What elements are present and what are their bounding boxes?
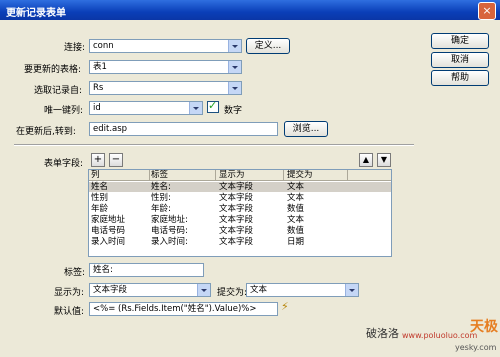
key-label: 唯一键列:	[44, 106, 84, 116]
default-input[interactable]: <%= (Rs.Fields.Item("姓名").Value)%>	[89, 302, 278, 316]
label-value: 姓名:	[93, 265, 113, 275]
table-cell: 文本	[287, 215, 305, 225]
table-header: 列 标签 显示为 提交为	[89, 170, 391, 181]
chevron-down-icon	[197, 284, 210, 296]
display-select[interactable]: 文本字段	[89, 283, 211, 297]
browse-button[interactable]: 浏览...	[284, 121, 328, 137]
column-header[interactable]: 提交为	[287, 170, 348, 180]
table-value: 表1	[93, 62, 107, 72]
table-cell: 文本字段	[219, 204, 254, 214]
numeric-checkbox[interactable]	[207, 99, 219, 113]
table-cell: 家庭地址	[91, 215, 126, 225]
table-cell: 年龄:	[151, 204, 171, 214]
brand-url: yesky.com	[455, 343, 497, 352]
table-cell: 姓名	[91, 182, 109, 192]
table-label: 要更新的表格:	[24, 65, 82, 75]
table-row[interactable]: 电话号码 电话号码: 文本字段 数值	[89, 226, 391, 236]
window-title: 更新记录表单	[6, 8, 66, 19]
column-header[interactable]: 标签	[151, 170, 216, 180]
chevron-down-icon	[189, 102, 202, 114]
table-cell: 日期	[287, 237, 305, 247]
recordset-select[interactable]: Rs	[89, 81, 242, 95]
table-cell: 文本字段	[219, 237, 254, 247]
connection-label: 连接:	[64, 43, 86, 53]
move-down-icon[interactable]: ▼	[377, 153, 391, 167]
fields-label: 表单字段:	[44, 159, 84, 169]
table-cell: 数值	[287, 204, 305, 214]
submit-select[interactable]: 文本	[246, 283, 359, 297]
column-header[interactable]: 显示为	[219, 170, 284, 180]
redirect-value: edit.asp	[93, 124, 128, 134]
fields-table[interactable]: 列 标签 显示为 提交为 姓名 姓名: 文本字段 文本 性别 性别: 文本字段 …	[88, 169, 392, 257]
redirect-label: 在更新后,转到:	[16, 127, 76, 137]
default-value: <%= (Rs.Fields.Item("姓名").Value)%>	[93, 304, 257, 314]
table-cell: 录入时间:	[151, 237, 188, 247]
key-value: id	[93, 103, 101, 113]
table-cell: 电话号码:	[151, 226, 188, 236]
help-button[interactable]: 帮助	[431, 70, 489, 86]
numeric-label: 数字	[224, 106, 243, 116]
chevron-down-icon	[228, 61, 241, 73]
table-cell: 文本	[287, 193, 305, 203]
define-button[interactable]: 定义...	[246, 38, 290, 54]
connection-value: conn	[93, 41, 114, 51]
table-cell: 性别:	[151, 193, 171, 203]
add-field-icon[interactable]: +	[91, 153, 105, 167]
title-bar: 更新记录表单 ×	[0, 0, 500, 20]
key-select[interactable]: id	[89, 101, 203, 115]
table-cell: 数值	[287, 226, 305, 236]
chevron-down-icon	[228, 82, 241, 94]
table-cell: 文本字段	[219, 226, 254, 236]
chevron-down-icon	[345, 284, 358, 296]
remove-field-icon[interactable]: −	[109, 153, 123, 167]
move-up-icon[interactable]: ▲	[359, 153, 373, 167]
lightning-icon[interactable]: ⚡	[281, 300, 289, 313]
table-row[interactable]: 性别 性别: 文本字段 文本	[89, 193, 391, 203]
table-cell: 文本字段	[219, 182, 254, 192]
table-cell: 电话号码	[91, 226, 126, 236]
table-select[interactable]: 表1	[89, 60, 242, 74]
table-row[interactable]: 姓名 姓名: 文本字段 文本	[89, 182, 391, 192]
table-cell: 姓名:	[151, 182, 171, 192]
label-label: 标签:	[64, 268, 86, 278]
recordset-value: Rs	[93, 83, 104, 93]
brand-logo: 天极	[470, 319, 498, 335]
ok-button[interactable]: 确定	[431, 33, 489, 49]
label-input[interactable]: 姓名:	[89, 263, 204, 277]
table-row[interactable]: 家庭地址 家庭地址: 文本字段 文本	[89, 215, 391, 225]
table-cell: 录入时间	[91, 237, 126, 247]
display-label: 显示为:	[54, 288, 85, 298]
close-icon[interactable]: ×	[478, 2, 496, 20]
table-cell: 文本字段	[219, 215, 254, 225]
column-header[interactable]: 列	[91, 170, 150, 180]
default-label: 默认值:	[54, 307, 85, 317]
table-cell: 文本	[287, 182, 305, 192]
site-watermark: www.poluoluo.com	[402, 331, 478, 340]
cancel-button[interactable]: 取消	[431, 52, 489, 68]
connection-select[interactable]: conn	[89, 39, 242, 53]
recordset-label: 选取记录自:	[34, 86, 83, 96]
table-cell: 性别	[91, 193, 109, 203]
table-cell: 年龄	[91, 204, 109, 214]
chevron-down-icon	[228, 40, 241, 52]
author-watermark: 破洛洛	[366, 327, 399, 340]
divider	[14, 144, 414, 146]
table-cell: 文本字段	[219, 193, 254, 203]
submit-value: 文本	[250, 285, 268, 295]
submit-label: 提交为:	[217, 288, 248, 298]
table-row[interactable]: 录入时间 录入时间: 文本字段 日期	[89, 237, 391, 247]
display-value: 文本字段	[93, 285, 128, 295]
table-row[interactable]: 年龄 年龄: 文本字段 数值	[89, 204, 391, 214]
redirect-input[interactable]: edit.asp	[89, 122, 278, 136]
table-cell: 家庭地址:	[151, 215, 188, 225]
